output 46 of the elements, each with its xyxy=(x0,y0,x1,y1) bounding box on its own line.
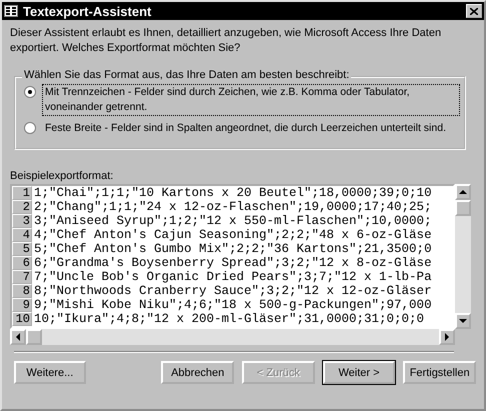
scroll-down-button[interactable] xyxy=(455,313,471,329)
radio-button[interactable] xyxy=(24,122,36,134)
wizard-button[interactable]: Abbrechen xyxy=(161,361,234,384)
preview-label: Beispielexportformat: xyxy=(10,170,114,183)
preview-line: 4;"Chef Anton's Cajun Seasoning";2;2;"48 x 6-oz-Gläse xyxy=(33,228,432,242)
row-number: 5 xyxy=(12,242,32,256)
row-number: 7 xyxy=(12,270,32,284)
row-number: 4 xyxy=(12,228,32,242)
window-title: Textexport-Assistent xyxy=(23,4,152,18)
row-number: 1 xyxy=(12,186,32,200)
scroll-thumb[interactable] xyxy=(26,329,42,345)
row-number: 2 xyxy=(12,200,32,214)
close-icon xyxy=(470,8,478,14)
scroll-up-button[interactable] xyxy=(455,184,471,200)
horizontal-scrollbar[interactable] xyxy=(10,329,455,345)
row-number: 3 xyxy=(12,214,32,228)
row-number: 6 xyxy=(12,256,32,270)
option-label[interactable]: Feste Breite - Felder sind in Spalten angeordnet, die durch Leerzeichen unterteilt sind. xyxy=(42,120,449,137)
arrow-icon xyxy=(444,333,450,341)
group-legend: Wählen Sie das Format aus, das Ihre Daten am besten beschreibt: xyxy=(22,69,352,81)
preview-line: 8;"Northwoods Cranberry Sauce";3;2;"12 x 12-oz-Gläser xyxy=(33,284,432,298)
preview-line: 9;"Mishi Kobe Niku";4;6;"18 x 500-g-Packungen";97,000 xyxy=(33,298,432,312)
vertical-scrollbar[interactable] xyxy=(455,184,471,329)
scroll-right-button[interactable] xyxy=(439,329,455,345)
preview-line: 1;"Chai";1;1;"10 Kartons x 20 Beutel";18,0000;39;0;10 xyxy=(33,186,432,200)
row-number: 10 xyxy=(12,312,32,326)
preview-line: 6;"Grandma's Boysenberry Spread";3;2;"12 x 8-oz-Gläse xyxy=(33,256,432,270)
preview-line: 7;"Uncle Bob's Organic Dried Pears";3;7;"12 x 1-lb-Pa xyxy=(33,270,432,284)
row-number: 8 xyxy=(12,284,32,298)
row-number: 9 xyxy=(12,298,32,312)
scroll-left-button[interactable] xyxy=(10,329,26,345)
scroll-thumb[interactable] xyxy=(455,200,471,216)
close-button[interactable] xyxy=(466,4,482,18)
radio-button[interactable] xyxy=(24,86,36,98)
arrow-icon xyxy=(459,189,467,195)
preview-line: 3;"Aniseed Syrup";1;2;"12 x 550-ml-Flaschen";10,0000; xyxy=(33,214,432,228)
preview-line: 5;"Chef Anton's Gumbo Mix";2;2;"36 Kartons";21,3500;0 xyxy=(33,242,432,256)
wizard-button[interactable]: Fertigstellen xyxy=(403,361,476,384)
preview-line: 2;"Chang";1;1;"24 x 12-oz-Flaschen";19,0000;17;40;25; xyxy=(33,200,432,214)
option-label[interactable]: Mit Trennzeichen - Felder sind durch Zeichen, wie z.B. Komma oder Tabulator, voneinander getrennt. xyxy=(42,84,460,116)
intro-text: Dieser Assistent erlaubt es Ihnen, detailliert anzugeben, wie Microsoft Access Ihre Daten exportiert. Welches Exportformat möchten Sie? xyxy=(10,26,442,56)
preview-line: 10;"Ikura";4;8;"12 x 200-ml-Gläser";31,0000;31;0;0;0 xyxy=(33,312,424,326)
arrow-icon xyxy=(15,333,21,341)
wizard-button[interactable]: Weitere... xyxy=(14,361,86,384)
wizard-button[interactable]: Weiter > xyxy=(322,361,396,384)
arrow-icon xyxy=(459,318,467,324)
